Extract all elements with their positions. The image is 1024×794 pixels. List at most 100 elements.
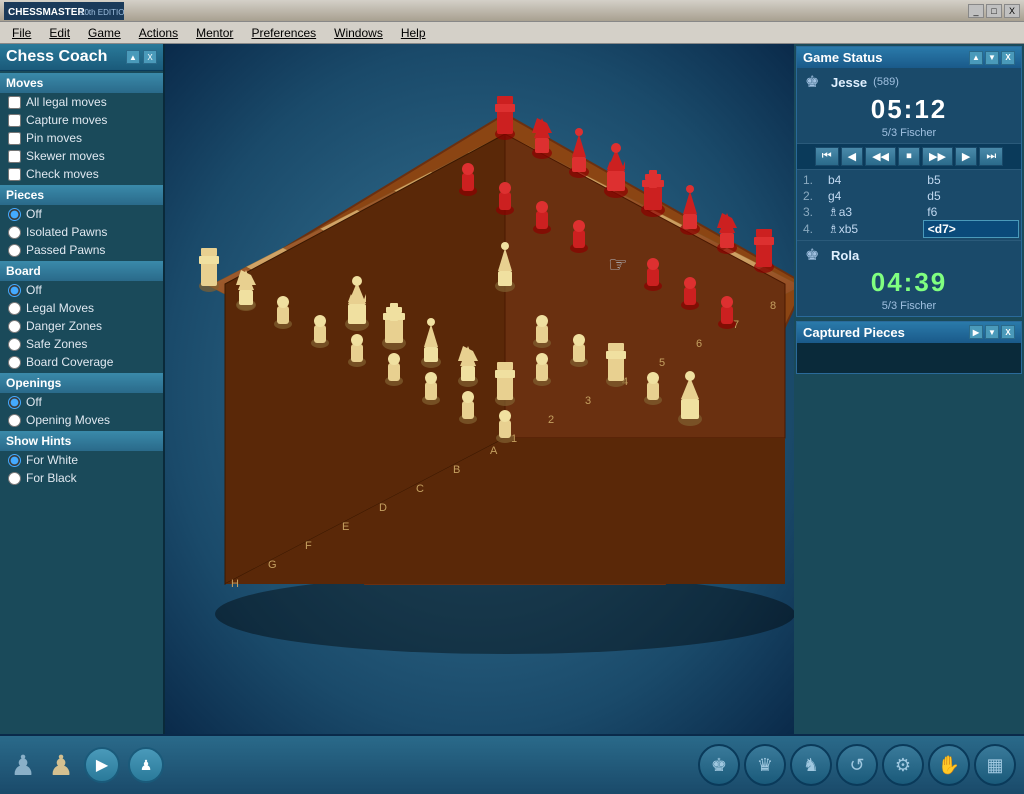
check-moves-input[interactable] [8, 168, 21, 181]
queen-icon-button[interactable]: ♛ [744, 744, 786, 786]
table-row[interactable]: 3. ♗a3 f6 [799, 204, 1019, 221]
moves-list: 1. b4 b5 2. g4 d5 3. ♗a3 f6 [799, 172, 1019, 238]
menu-file[interactable]: File [4, 24, 39, 42]
menu-help[interactable]: Help [393, 24, 434, 42]
moves-icon-button[interactable]: ↺ [836, 744, 878, 786]
analysis-icon-button[interactable]: ⚙ [882, 744, 924, 786]
menu-edit[interactable]: Edit [41, 24, 78, 42]
player1-name: Jesse [831, 75, 867, 90]
white-move[interactable]: ♗a3 [824, 204, 923, 221]
next-fast-button[interactable]: ▶▶ [922, 147, 953, 166]
white-move[interactable]: g4 [824, 188, 923, 204]
table-row[interactable]: 4. ♗xb5 <d7> [799, 221, 1019, 238]
check-moves-checkbox[interactable]: Check moves [0, 165, 163, 183]
menu-mentor[interactable]: Mentor [188, 24, 241, 42]
white-piece-mid3 [606, 343, 626, 387]
go-to-start-button[interactable]: ⏮ [815, 147, 839, 166]
all-legal-moves-input[interactable] [8, 96, 21, 109]
book-button[interactable]: ♟ [128, 747, 164, 783]
black-move-highlight[interactable]: <d7> [923, 221, 1018, 238]
capture-moves-checkbox[interactable]: Capture moves [0, 111, 163, 129]
maximize-button[interactable]: □ [986, 4, 1002, 18]
hand-icon-button[interactable]: ✋ [928, 744, 970, 786]
table-row[interactable]: 1. b4 b5 [799, 172, 1019, 188]
game-status-header: Game Status ▲ ▼ X [797, 47, 1021, 68]
pieces-off-radio[interactable]: Off [0, 205, 163, 223]
captured-pieces-content [797, 343, 1021, 373]
close-button[interactable]: X [1004, 4, 1020, 18]
skewer-moves-checkbox[interactable]: Skewer moves [0, 147, 163, 165]
board-off-radio[interactable]: Off [0, 281, 163, 299]
for-black-input[interactable] [8, 472, 21, 485]
menu-windows[interactable]: Windows [326, 24, 391, 42]
red-bishop-f8 [680, 185, 700, 235]
for-black-radio[interactable]: For Black [0, 469, 163, 487]
opening-moves-radio[interactable]: Opening Moves [0, 411, 163, 429]
red-rook-a8 [495, 96, 515, 140]
black-move[interactable]: f6 [923, 204, 1018, 221]
board-coverage-input[interactable] [8, 356, 21, 369]
captured-down-button[interactable]: ▼ [985, 325, 999, 339]
game-status-panel: Game Status ▲ ▼ X ♚ Jesse (589) 05:12 5/… [796, 46, 1022, 317]
play-button[interactable]: ▶ [84, 747, 120, 783]
chess-coach-controls: ▲ X [126, 50, 157, 64]
isolated-pawns-input[interactable] [8, 226, 21, 239]
captured-pieces-header: Captured Pieces ▶ ▼ X [797, 322, 1021, 343]
all-legal-moves-checkbox[interactable]: All legal moves [0, 93, 163, 111]
moves-table: 1. b4 b5 2. g4 d5 3. ♗a3 f6 [797, 170, 1021, 240]
white-move[interactable]: b4 [824, 172, 923, 188]
passed-pawns-input[interactable] [8, 244, 21, 257]
openings-section-header: Openings [0, 373, 163, 393]
chess-board[interactable]: A B C D E F G H 8 7 6 5 4 3 2 1 [185, 54, 794, 674]
black-move[interactable]: d5 [923, 188, 1018, 204]
game-status-up-button[interactable]: ▲ [969, 51, 983, 65]
chess-coach-close-button[interactable]: X [143, 50, 157, 64]
danger-zones-radio[interactable]: Danger Zones [0, 317, 163, 335]
pin-moves-input[interactable] [8, 132, 21, 145]
pin-moves-checkbox[interactable]: Pin moves [0, 129, 163, 147]
capture-moves-input[interactable] [8, 114, 21, 127]
prev-move-button[interactable]: ◀ [841, 147, 863, 166]
white-move[interactable]: ♗xb5 [824, 221, 923, 238]
isolated-pawns-radio[interactable]: Isolated Pawns [0, 223, 163, 241]
move-number: 1. [799, 172, 824, 188]
king-icon-button[interactable]: ♚ [698, 744, 740, 786]
menu-actions[interactable]: Actions [131, 24, 186, 42]
pieces-off-input[interactable] [8, 208, 21, 221]
table-row[interactable]: 2. g4 d5 [799, 188, 1019, 204]
chess-coach-collapse-button[interactable]: ▲ [126, 50, 140, 64]
danger-zones-input[interactable] [8, 320, 21, 333]
black-move[interactable]: b5 [923, 172, 1018, 188]
legal-moves-radio[interactable]: Legal Moves [0, 299, 163, 317]
game-status-close-button[interactable]: X [1001, 51, 1015, 65]
prev-fast-button[interactable]: ◀◀ [865, 147, 896, 166]
board-coverage-radio[interactable]: Board Coverage [0, 353, 163, 371]
safe-zones-input[interactable] [8, 338, 21, 351]
openings-off-radio[interactable]: Off [0, 393, 163, 411]
next-move-button[interactable]: ▶ [955, 147, 977, 166]
go-to-end-button[interactable]: ⏭ [979, 147, 1003, 166]
skewer-moves-input[interactable] [8, 150, 21, 163]
player2-name: Rola [831, 248, 859, 263]
menu-preferences[interactable]: Preferences [243, 24, 324, 42]
menu-game[interactable]: Game [80, 24, 129, 42]
safe-zones-radio[interactable]: Safe Zones [0, 335, 163, 353]
openings-off-input[interactable] [8, 396, 21, 409]
game-status-down-button[interactable]: ▼ [985, 51, 999, 65]
legal-moves-input[interactable] [8, 302, 21, 315]
for-white-radio[interactable]: For White [0, 451, 163, 469]
for-white-input[interactable] [8, 454, 21, 467]
grid-icon-button[interactable]: ▦ [974, 744, 1016, 786]
board-off-input[interactable] [8, 284, 21, 297]
captured-expand-button[interactable]: ▶ [969, 325, 983, 339]
opening-moves-input[interactable] [8, 414, 21, 427]
passed-pawns-radio[interactable]: Passed Pawns [0, 241, 163, 259]
knight-icon-button[interactable]: ♞ [790, 744, 832, 786]
board-section-header: Board [0, 261, 163, 281]
player2-row: ♚ Rola [805, 245, 1013, 265]
game-status-title: Game Status [803, 50, 882, 65]
minimize-button[interactable]: _ [968, 4, 984, 18]
captured-close-button[interactable]: X [1001, 325, 1015, 339]
chess-board-area[interactable]: A B C D E F G H 8 7 6 5 4 3 2 1 [165, 44, 794, 734]
stop-button[interactable]: ⏹ [898, 147, 920, 166]
